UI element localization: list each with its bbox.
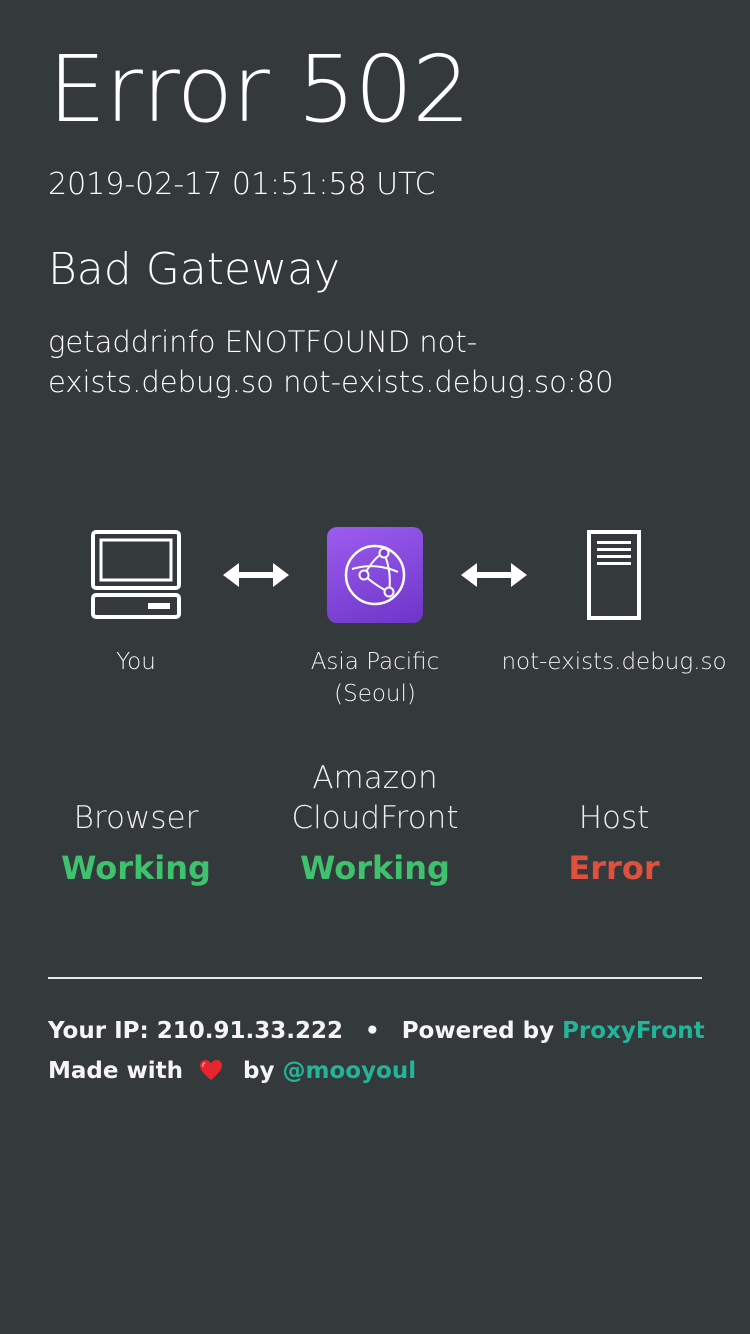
service-name: Browser	[73, 800, 199, 836]
footer-ip-line: Your IP: 210.91.33.222 • Powered by Prox…	[48, 1015, 705, 1047]
by-label: by	[243, 1058, 275, 1084]
service-state: Working	[61, 849, 211, 887]
region-line-1: Asia Pacific	[310, 649, 440, 675]
node-host: not-exists.debug.so	[494, 520, 734, 678]
node-label-you: You	[116, 649, 156, 675]
node-label-region: Asia Pacific (Seoul)	[255, 646, 495, 710]
error-timestamp: 2019-02-17 01:51:58 UTC	[48, 167, 436, 202]
server-icon	[587, 530, 641, 620]
status-host: Host Error	[494, 760, 734, 890]
powered-by-label: Powered by	[401, 1018, 555, 1044]
footer-credit-line: Made with by @mooyoul	[48, 1055, 416, 1087]
status-heading: Bad Gateway	[48, 244, 341, 295]
proxyfront-link[interactable]: ProxyFront	[562, 1018, 705, 1044]
made-with-label: Made with	[48, 1058, 183, 1084]
error-title: Error 502	[48, 36, 471, 143]
ip-label: Your IP:	[48, 1018, 149, 1044]
node-you: You	[16, 520, 256, 678]
error-message: getaddrinfo ENOTFOUND not-exists.debug.s…	[48, 325, 614, 399]
service-name-line-1: Amazon	[312, 760, 438, 796]
service-state: Working	[300, 849, 450, 887]
footer-divider	[48, 977, 702, 979]
computer-icon	[91, 530, 181, 619]
service-name: Host	[578, 800, 650, 836]
status-browser: Browser Working	[16, 760, 256, 890]
cloudfront-icon	[327, 527, 423, 623]
error-page: Error 502 2019-02-17 01:51:58 UTC Bad Ga…	[0, 0, 750, 1334]
footer-separator: •	[364, 1018, 380, 1044]
service-name: Amazon CloudFront	[255, 758, 495, 838]
region-line-2: (Seoul)	[334, 681, 416, 707]
status-cloudfront: Amazon CloudFront Working	[255, 760, 495, 890]
node-cloudfront-region: Asia Pacific (Seoul)	[255, 520, 495, 710]
ip-value: 210.91.33.222	[156, 1018, 343, 1044]
service-state: Error	[568, 849, 660, 887]
author-link[interactable]: @mooyoul	[283, 1058, 417, 1084]
heart-icon	[200, 1060, 222, 1080]
service-name-line-2: CloudFront	[291, 800, 459, 836]
node-label-host: not-exists.debug.so	[501, 649, 727, 675]
